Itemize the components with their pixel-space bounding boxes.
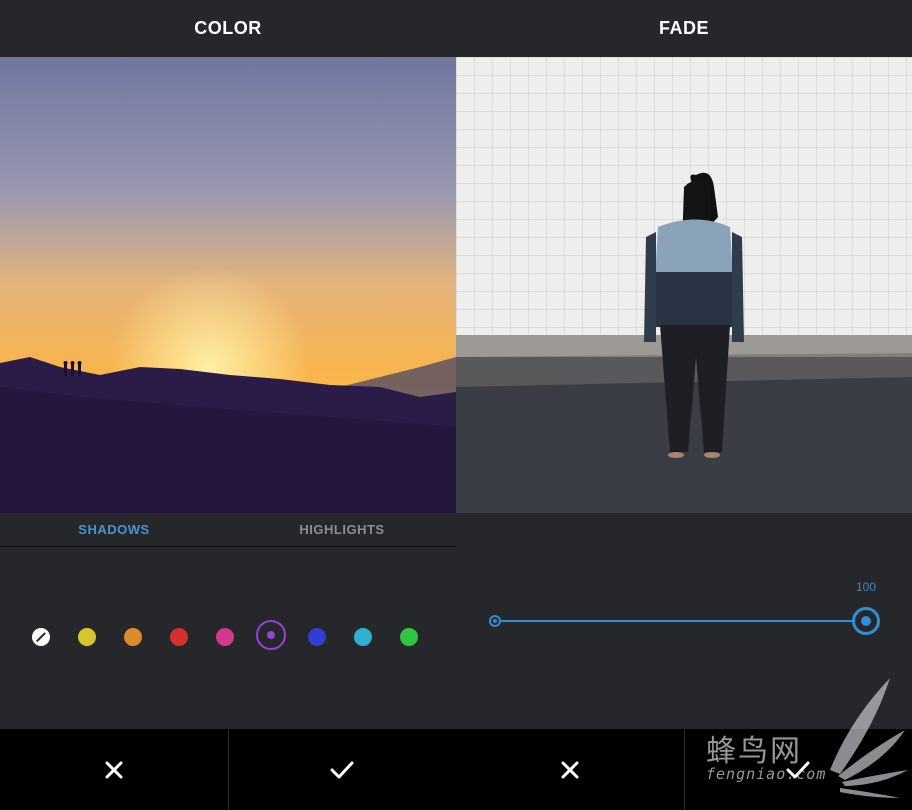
portrait-photo-image: [456, 57, 912, 513]
sunset-photo: [0, 57, 456, 513]
swatch-none[interactable]: [32, 628, 50, 646]
fade-slider-origin: [489, 615, 501, 627]
portrait-photo: [456, 57, 912, 513]
sunset-photo-image: [0, 57, 456, 513]
tab-highlights[interactable]: HIGHLIGHTS: [228, 513, 456, 546]
swatch-green[interactable]: [400, 628, 418, 646]
swatch-cyan[interactable]: [354, 628, 372, 646]
swatch-orange[interactable]: [124, 628, 142, 646]
watermark-cn-text: 蜂鸟网: [706, 734, 802, 769]
cancel-button[interactable]: [0, 729, 228, 810]
swatch-blue[interactable]: [308, 628, 326, 646]
fade-panel: FADE 100: [456, 0, 912, 810]
fade-slider-track[interactable]: [494, 620, 866, 622]
confirm-button[interactable]: [227, 729, 457, 810]
fade-action-bar: [456, 729, 912, 810]
color-tabs: SHADOWS HIGHLIGHTS: [0, 513, 456, 547]
panel-title-fade: FADE: [456, 0, 912, 57]
close-icon: [561, 761, 579, 778]
swatch-pink[interactable]: [216, 628, 234, 646]
color-action-bar: [0, 729, 456, 810]
check-icon: [330, 761, 354, 778]
cancel-button[interactable]: [456, 729, 684, 810]
close-icon: [105, 761, 123, 778]
selected-dot: [267, 631, 275, 639]
color-panel: COLOR SHADOWS HIGHLIGHTS: [0, 0, 456, 810]
swatch-yellow[interactable]: [78, 628, 96, 646]
swatch-purple-selected[interactable]: [256, 620, 286, 650]
fade-slider-thumb[interactable]: [852, 607, 880, 635]
fade-value-label: 100: [855, 580, 877, 594]
swatch-red[interactable]: [170, 628, 188, 646]
color-swatches: [18, 620, 438, 654]
panel-title-color: COLOR: [0, 0, 456, 57]
tab-shadows[interactable]: SHADOWS: [0, 513, 228, 546]
watermark-en-text: fengniao.com: [706, 765, 827, 783]
